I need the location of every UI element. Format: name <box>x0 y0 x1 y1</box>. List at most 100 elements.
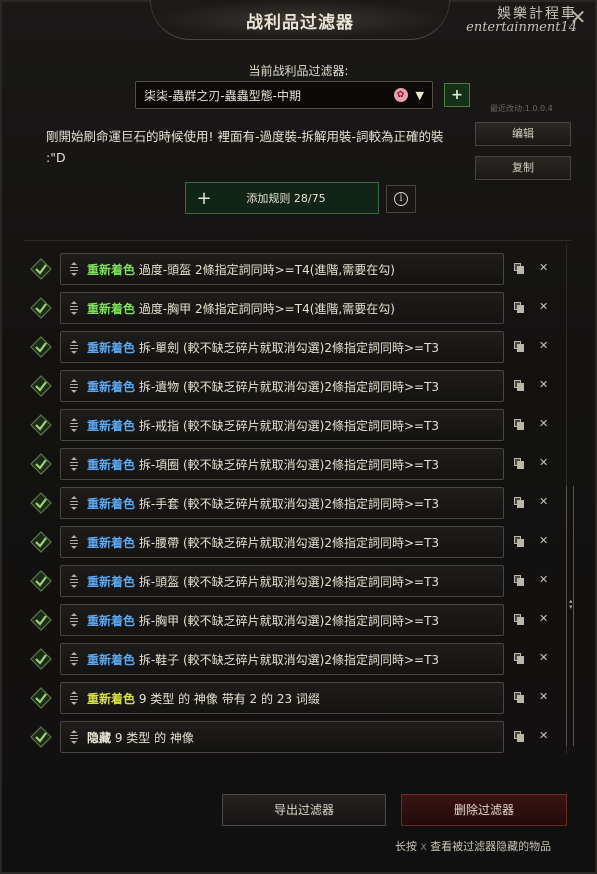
rule-bar[interactable]: 重新着色 拆-遺物 (較不缺乏碎片就取消勾選)2條指定詞同時>=T3 <box>60 370 504 402</box>
rule-bar[interactable]: 重新着色 9 类型 的 神像 带有 2 的 23 词缀 <box>60 682 504 714</box>
copy-icon[interactable] <box>514 614 524 625</box>
rule-row[interactable]: 重新着色 拆-手套 (較不缺乏碎片就取消勾選)2條指定詞同時>=T3 ✕ <box>24 487 572 519</box>
checkbox-checked-icon[interactable] <box>30 648 52 670</box>
drag-handle-icon[interactable] <box>69 301 79 315</box>
copy-icon[interactable] <box>514 458 524 469</box>
copy-icon[interactable] <box>514 263 524 274</box>
rule-row[interactable]: 重新着色 拆-戒指 (較不缺乏碎片就取消勾選)2條指定詞同時>=T3 ✕ <box>24 409 572 441</box>
delete-icon[interactable]: ✕ <box>539 690 548 703</box>
copy-icon[interactable] <box>514 302 524 313</box>
rule-bar[interactable]: 隐藏 9 类型 的 神像 <box>60 721 504 753</box>
copy-icon[interactable] <box>514 536 524 547</box>
copy-icon[interactable] <box>514 419 524 430</box>
add-filter-button[interactable]: + <box>444 83 470 107</box>
scrollbar-thumb[interactable] <box>566 486 574 746</box>
checkbox-checked-icon[interactable] <box>30 492 52 514</box>
drag-handle-icon[interactable] <box>69 340 79 354</box>
info-button[interactable]: i <box>386 185 416 213</box>
copy-icon[interactable] <box>514 341 524 352</box>
delete-icon[interactable]: ✕ <box>539 417 548 430</box>
rule-text: 重新着色 拆-遺物 (較不缺乏碎片就取消勾選)2條指定詞同時>=T3 <box>87 378 439 395</box>
delete-icon[interactable]: ✕ <box>539 456 548 469</box>
rule-bar[interactable]: 重新着色 過度-頭盔 2條指定詞同時>=T4(進階,需要在勾) <box>60 253 504 285</box>
copy-button[interactable]: 复制 <box>475 156 571 180</box>
filter-dropdown-value: 柒柒-蟲群之刃-蟲蟲型態-中期 <box>144 88 301 103</box>
delete-icon[interactable]: ✕ <box>539 378 548 391</box>
rule-row[interactable]: 隐藏 9 类型 的 神像 ✕ <box>24 721 572 753</box>
rule-bar[interactable]: 重新着色 過度-胸甲 2條指定詞同時>=T4(進階,需要在勾) <box>60 292 504 324</box>
flower-badge-icon: ✿ <box>393 88 408 102</box>
checkbox-checked-icon[interactable] <box>30 297 52 319</box>
delete-icon[interactable]: ✕ <box>539 495 548 508</box>
drag-handle-icon[interactable] <box>69 691 79 705</box>
delete-icon[interactable]: ✕ <box>539 261 548 274</box>
add-rule-button[interactable]: + 添加规则 28/75 <box>185 182 379 214</box>
delete-icon[interactable]: ✕ <box>539 651 548 664</box>
copy-icon[interactable] <box>514 653 524 664</box>
copy-icon[interactable] <box>514 731 524 742</box>
drag-handle-icon[interactable] <box>69 262 79 276</box>
checkbox-checked-icon[interactable] <box>30 687 52 709</box>
drag-handle-icon[interactable] <box>69 496 79 510</box>
rule-row[interactable]: 重新着色 過度-頭盔 2條指定詞同時>=T4(進階,需要在勾) ✕ <box>24 253 572 285</box>
copy-icon[interactable] <box>514 575 524 586</box>
rule-row[interactable]: 重新着色 過度-胸甲 2條指定詞同時>=T4(進階,需要在勾) ✕ <box>24 292 572 324</box>
plus-icon: + <box>196 187 212 209</box>
rule-text: 重新着色 9 类型 的 神像 带有 2 的 23 词缀 <box>87 690 320 707</box>
drag-handle-icon[interactable] <box>69 652 79 666</box>
checkbox-checked-icon[interactable] <box>30 258 52 280</box>
checkbox-checked-icon[interactable] <box>30 531 52 553</box>
filter-dropdown[interactable]: 柒柒-蟲群之刃-蟲蟲型態-中期 ✿ ▼ <box>135 81 433 109</box>
checkbox-checked-icon[interactable] <box>30 414 52 436</box>
rule-row[interactable]: 重新着色 9 类型 的 神像 带有 2 的 23 词缀 ✕ <box>24 682 572 714</box>
rule-bar[interactable]: 重新着色 拆-單劍 (較不缺乏碎片就取消勾選)2條指定詞同時>=T3 <box>60 331 504 363</box>
hint-text: 长按 X 查看被过滤器隐藏的物品 <box>395 838 551 854</box>
rule-bar[interactable]: 重新着色 拆-戒指 (較不缺乏碎片就取消勾選)2條指定詞同時>=T3 <box>60 409 504 441</box>
delete-icon[interactable]: ✕ <box>539 300 548 313</box>
rule-action: 重新着色 <box>87 418 136 433</box>
rule-row[interactable]: 重新着色 拆-胸甲 (較不缺乏碎片就取消勾選)2條指定詞同時>=T3 ✕ <box>24 604 572 636</box>
checkbox-checked-icon[interactable] <box>30 609 52 631</box>
rule-bar[interactable]: 重新着色 拆-頭盔 (較不缺乏碎片就取消勾選)2條指定詞同時>=T3 <box>60 565 504 597</box>
checkbox-checked-icon[interactable] <box>30 453 52 475</box>
drag-handle-icon[interactable] <box>69 457 79 471</box>
rule-bar[interactable]: 重新着色 拆-鞋子 (較不缺乏碎片就取消勾選)2條指定詞同時>=T3 <box>60 643 504 675</box>
rule-bar[interactable]: 重新着色 拆-腰帶 (較不缺乏碎片就取消勾選)2條指定詞同時>=T3 <box>60 526 504 558</box>
drag-handle-icon[interactable] <box>69 418 79 432</box>
checkbox-checked-icon[interactable] <box>30 570 52 592</box>
drag-handle-icon[interactable] <box>69 535 79 549</box>
rule-row[interactable]: 重新着色 拆-頭盔 (較不缺乏碎片就取消勾選)2條指定詞同時>=T3 ✕ <box>24 565 572 597</box>
rule-description: 9 类型 的 神像 <box>114 730 194 745</box>
copy-icon[interactable] <box>514 692 524 703</box>
delete-icon[interactable]: ✕ <box>539 612 548 625</box>
rule-action: 重新着色 <box>87 301 136 316</box>
checkbox-checked-icon[interactable] <box>30 726 52 748</box>
rule-row[interactable]: 重新着色 拆-遺物 (較不缺乏碎片就取消勾選)2條指定詞同時>=T3 ✕ <box>24 370 572 402</box>
rule-row[interactable]: 重新着色 拆-鞋子 (較不缺乏碎片就取消勾選)2條指定詞同時>=T3 ✕ <box>24 643 572 675</box>
drag-handle-icon[interactable] <box>69 730 79 744</box>
delete-icon[interactable]: ✕ <box>539 729 548 742</box>
rule-row[interactable]: 重新着色 拆-單劍 (較不缺乏碎片就取消勾選)2條指定詞同時>=T3 ✕ <box>24 331 572 363</box>
delete-icon[interactable]: ✕ <box>539 534 548 547</box>
hint-prefix: 长按 <box>395 840 417 853</box>
drag-handle-icon[interactable] <box>69 613 79 627</box>
drag-handle-icon[interactable] <box>69 379 79 393</box>
rule-bar[interactable]: 重新着色 拆-胸甲 (較不缺乏碎片就取消勾選)2條指定詞同時>=T3 <box>60 604 504 636</box>
checkbox-checked-icon[interactable] <box>30 375 52 397</box>
rule-row[interactable]: 重新着色 拆-項圈 (較不缺乏碎片就取消勾選)2條指定詞同時>=T3 ✕ <box>24 448 572 480</box>
checkbox-checked-icon[interactable] <box>30 336 52 358</box>
export-filter-button[interactable]: 导出过滤器 <box>222 794 386 826</box>
close-icon[interactable]: ✕ <box>567 6 589 28</box>
rule-description: 拆-胸甲 (較不缺乏碎片就取消勾選)2條指定詞同時>=T3 <box>138 613 440 628</box>
rule-bar[interactable]: 重新着色 拆-手套 (較不缺乏碎片就取消勾選)2條指定詞同時>=T3 <box>60 487 504 519</box>
rule-bar[interactable]: 重新着色 拆-項圈 (較不缺乏碎片就取消勾選)2條指定詞同時>=T3 <box>60 448 504 480</box>
rule-row[interactable]: 重新着色 拆-腰帶 (較不缺乏碎片就取消勾選)2條指定詞同時>=T3 ✕ <box>24 526 572 558</box>
rule-action: 重新着色 <box>87 496 136 511</box>
delete-icon[interactable]: ✕ <box>539 573 548 586</box>
delete-filter-button[interactable]: 删除过滤器 <box>401 794 567 826</box>
delete-icon[interactable]: ✕ <box>539 339 548 352</box>
drag-handle-icon[interactable] <box>69 574 79 588</box>
copy-icon[interactable] <box>514 380 524 391</box>
copy-icon[interactable] <box>514 497 524 508</box>
edit-button[interactable]: 编辑 <box>475 122 571 146</box>
